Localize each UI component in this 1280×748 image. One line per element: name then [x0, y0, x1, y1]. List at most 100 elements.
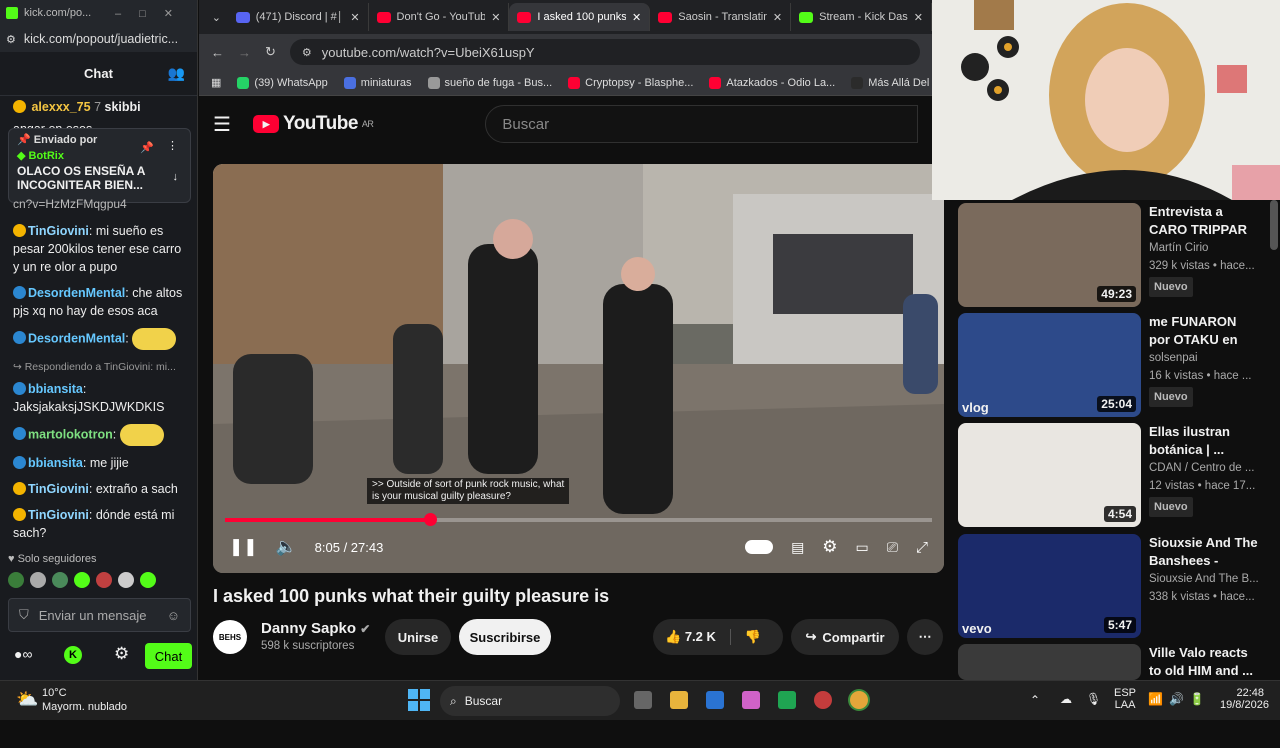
clock[interactable]: 22:48 19/8/2026	[1220, 687, 1269, 711]
send-chat-button[interactable]: Chat	[145, 643, 192, 669]
pinned-user[interactable]: ◆ BotRix	[17, 149, 182, 162]
users-icon[interactable]: 👥	[168, 65, 185, 82]
chat-username[interactable]: skibbi	[105, 100, 141, 114]
recommendation-channel[interactable]: Martín Cirio	[1149, 239, 1259, 257]
url-bar[interactable]: ⚙ youtube.com/watch?v=UbeiX61uspY	[289, 39, 920, 65]
site-info-icon[interactable]: ⚙	[302, 46, 312, 59]
recommendation-title[interactable]: Entrevista a CARO TRIPPAR	[1149, 203, 1259, 239]
chat-username[interactable]: bbiansita	[28, 382, 83, 396]
volume-icon[interactable]: 🔈	[276, 537, 297, 557]
chat-username[interactable]: alexxx_75	[31, 100, 90, 114]
onedrive-icon[interactable]: ☁	[1060, 692, 1072, 706]
youtube-search-input[interactable]: Buscar	[485, 105, 918, 143]
bookmark-item[interactable]: Más Allá Del Jardín...	[851, 76, 932, 89]
more-actions-button[interactable]: ⋯	[907, 619, 943, 655]
store-icon[interactable]	[706, 691, 724, 709]
menu-icon[interactable]: ☰	[213, 112, 231, 137]
tab-search-icon[interactable]: ⌄	[205, 11, 228, 24]
close-tab-icon[interactable]: ✕	[914, 11, 923, 24]
chat-username[interactable]: DesordenMental	[28, 286, 125, 300]
video-thumbnail[interactable]: vlog 25:04	[958, 313, 1141, 417]
chat-username[interactable]: TinGiovini	[28, 224, 89, 238]
video-thumbnail[interactable]: 4:54	[958, 423, 1141, 527]
recommendation-title[interactable]: Ellas ilustran botánica | ...	[1149, 423, 1259, 459]
task-view-icon[interactable]	[634, 691, 652, 709]
close-tab-icon[interactable]: ✕	[632, 11, 641, 24]
microphone-icon[interactable]: 🎙	[1086, 692, 1101, 706]
bookmark-item[interactable]: Atazkados - Odio La...	[709, 76, 835, 89]
autoplay-toggle[interactable]	[745, 540, 774, 554]
browser-tab[interactable]: Stream - Kick Dash ✕	[791, 3, 932, 31]
cast-icon[interactable]: ⎚	[887, 539, 898, 556]
windows-start-icon[interactable]	[408, 689, 430, 711]
chat-username[interactable]: DesordenMental	[28, 331, 125, 345]
bookmark-item[interactable]: sueño de fuga - Bus...	[427, 76, 552, 89]
recommendation-item[interactable]: vevo 5:47 Siouxsie And The Banshees - Fear…	[958, 534, 1268, 638]
channel-avatar[interactable]: BEHS	[213, 620, 247, 654]
bookmark-item[interactable]: miniaturas	[343, 76, 412, 89]
kick-address-bar[interactable]: ⚙ kick.com/popout/juadietric...	[0, 26, 197, 52]
youtube-logo[interactable]: ▶ YouTube AR	[252, 113, 374, 135]
subtitles-icon[interactable]: ▤	[791, 539, 804, 556]
excel-icon[interactable]	[778, 691, 796, 709]
recommendation-title[interactable]: Ville Valo reacts to old HIM and ...	[1149, 644, 1259, 680]
window-controls[interactable]: –□✕	[115, 7, 191, 20]
recommendation-channel[interactable]: CDAN / Centro de ...	[1149, 459, 1259, 477]
dislike-button[interactable]: 👎	[729, 629, 761, 645]
settings-icon[interactable]: ⚙	[822, 537, 837, 557]
chrome-icon[interactable]	[850, 691, 868, 709]
more-icon[interactable]: ⋮	[167, 139, 178, 152]
miniplayer-icon[interactable]: ▭	[856, 539, 869, 556]
browser-tab[interactable]: Don't Go - YouTube ✕	[369, 3, 510, 31]
recommendation-item[interactable]: 49:23 Entrevista a CARO TRIPPAR Martín Cir…	[958, 203, 1268, 307]
recommendation-title[interactable]: Siouxsie And The Banshees - Fear...	[1149, 534, 1259, 570]
like-button[interactable]: 👍 7.2 K	[665, 629, 716, 645]
recommendation-channel[interactable]: solsenpai	[1149, 349, 1259, 367]
back-icon[interactable]: ←	[211, 45, 224, 60]
apps-grid-icon[interactable]: ▦	[211, 76, 221, 89]
close-tab-icon[interactable]: ✕	[491, 11, 500, 24]
reload-icon[interactable]: ↻	[265, 44, 276, 60]
join-button[interactable]: Unirse	[385, 619, 451, 655]
scrollbar[interactable]	[1270, 200, 1278, 250]
video-player[interactable]: >> Outside of sort of punk rock music, w…	[213, 164, 944, 573]
network-volume-battery-icons[interactable]: 📶🔊🔋	[1148, 692, 1211, 706]
emote-bar[interactable]	[8, 572, 156, 588]
close-tab-icon[interactable]: ✕	[773, 11, 782, 24]
browser-tab[interactable]: (471) Discord | #│ra ✕	[228, 3, 369, 31]
subscribe-button[interactable]: Suscribirse	[459, 619, 551, 655]
kick-logo-icon[interactable]: K	[64, 646, 82, 664]
pin-icon[interactable]: 📌	[140, 141, 154, 154]
recommendation-title[interactable]: me FUNARON por OTAKU en el...	[1149, 313, 1259, 349]
pause-icon[interactable]: ❚❚	[229, 537, 258, 557]
chat-link-partial[interactable]: cn?v=HzMzFMqgpu4	[13, 197, 127, 211]
channel-name[interactable]: Danny Sapko ✔	[261, 620, 370, 637]
chat-username[interactable]: martolokotron	[28, 427, 113, 441]
chat-input[interactable]: ⛉ Enviar un mensaje ☺	[8, 598, 191, 632]
share-button[interactable]: ↪ Compartir	[791, 619, 899, 655]
video-thumbnail[interactable]: 49:23	[958, 203, 1141, 307]
recommendation-channel[interactable]: Siouxsie And The B...	[1149, 570, 1259, 588]
browser-tab[interactable]: Saosin - Translating ✕	[650, 3, 792, 31]
file-explorer-icon[interactable]	[670, 691, 688, 709]
forward-icon[interactable]: →	[238, 45, 251, 60]
chat-username[interactable]: TinGiovini	[28, 508, 89, 522]
recommendation-item[interactable]: vlog 25:04 me FUNARON por OTAKU en el...so…	[958, 313, 1268, 417]
site-settings-icon[interactable]: ⚙	[6, 33, 16, 46]
browser-tab[interactable]: I asked 100 punks ✕	[509, 3, 651, 31]
expand-down-icon[interactable]: ↓	[173, 171, 179, 183]
settings-gear-icon[interactable]: ⚙	[114, 644, 129, 664]
close-tab-icon[interactable]: ✕	[350, 11, 359, 24]
emoji-icon[interactable]: ☺	[167, 608, 180, 623]
bookmark-item[interactable]: (39) WhatsApp	[237, 76, 328, 89]
tray-overflow-icon[interactable]: ⌃	[1030, 693, 1040, 707]
video-thumbnail[interactable]: vevo 5:47	[958, 534, 1141, 638]
language-indicator[interactable]: ESP LAA	[1114, 687, 1136, 711]
recommendation-item[interactable]: 4:54 Ellas ilustran botánica | ... CDAN / …	[958, 423, 1268, 527]
chat-username[interactable]: bbiansita	[28, 456, 83, 470]
video-thumbnail[interactable]	[958, 644, 1141, 680]
copilot-icon[interactable]	[742, 691, 760, 709]
bookmark-item[interactable]: Cryptopsy - Blasphe...	[568, 76, 693, 89]
taskbar-search[interactable]: ⌕ Buscar	[440, 686, 620, 716]
fullscreen-icon[interactable]: ⤢	[916, 539, 928, 556]
